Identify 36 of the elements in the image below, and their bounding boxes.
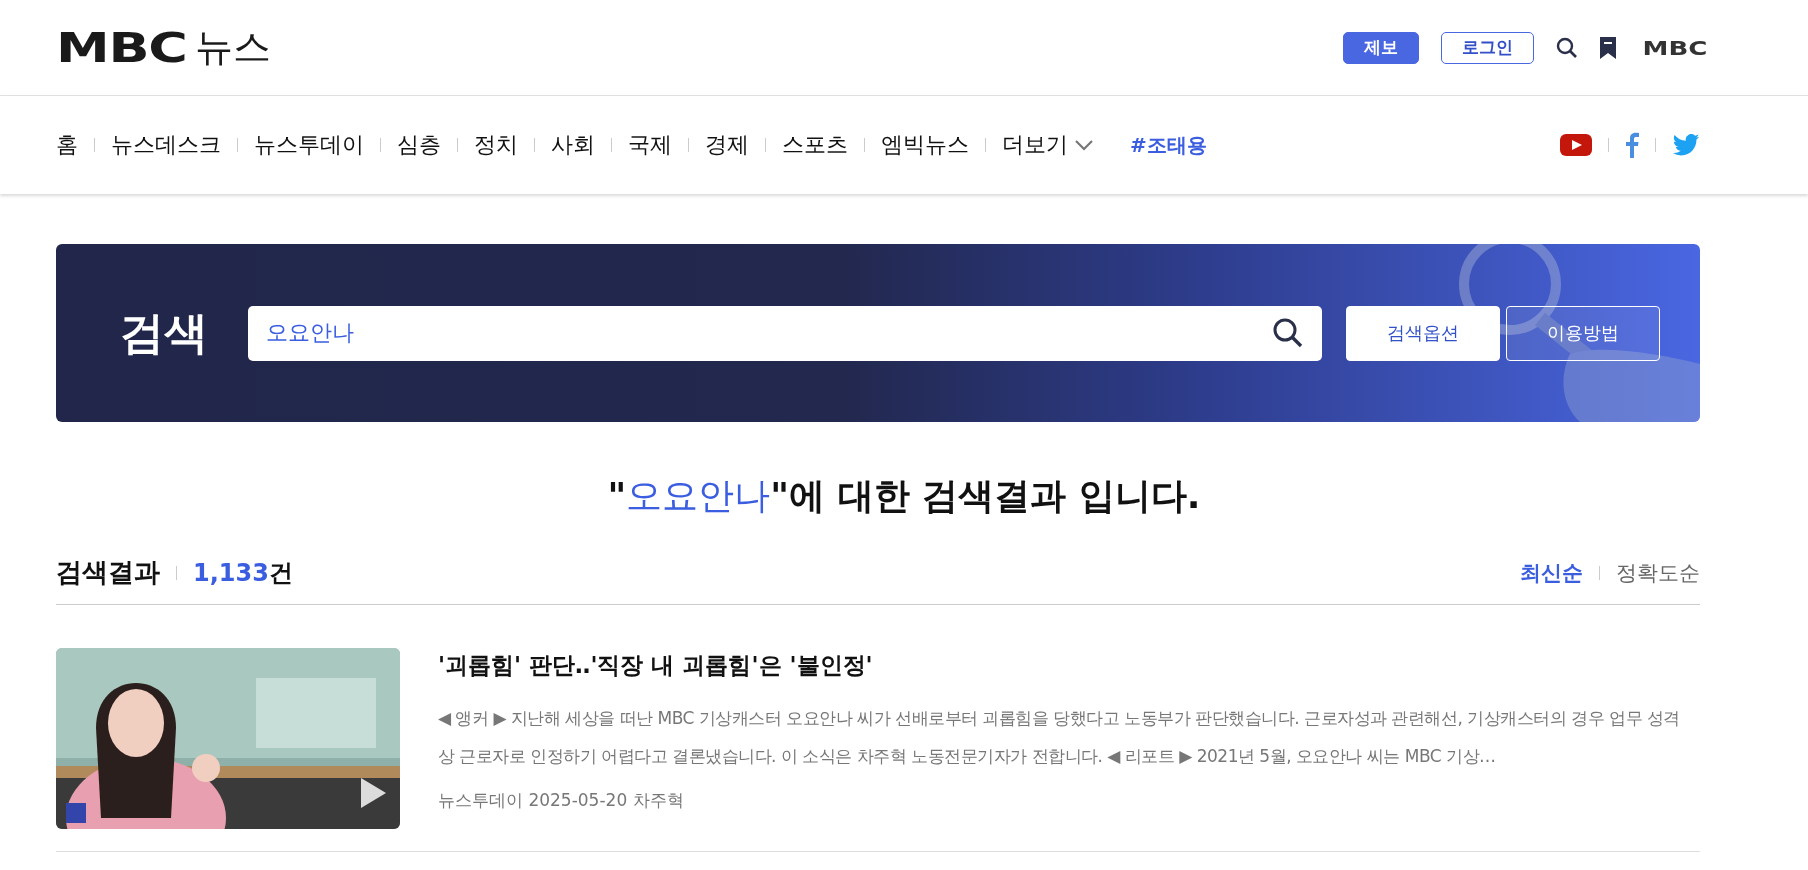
nav-item[interactable]: 더보기 bbox=[1002, 130, 1094, 160]
youtube-icon[interactable] bbox=[1560, 134, 1592, 156]
logo-mark[interactable]: MBC bbox=[56, 24, 187, 71]
search-field[interactable]: 오요안나 bbox=[248, 305, 1322, 361]
login-button[interactable]: 로그인 bbox=[1441, 31, 1535, 64]
result-count: 1,133건 bbox=[193, 557, 293, 589]
nav-item[interactable]: 경제 bbox=[705, 130, 749, 160]
bookmark-icon[interactable] bbox=[1600, 36, 1617, 59]
nav-item[interactable]: 스포츠 bbox=[782, 130, 848, 160]
sort-option[interactable]: 정확도순 bbox=[1616, 558, 1700, 587]
search-icon[interactable] bbox=[1556, 36, 1579, 59]
nav-item[interactable]: 국제 bbox=[628, 130, 672, 160]
nav-item[interactable]: 엠빅뉴스 bbox=[881, 130, 969, 160]
nav-item[interactable]: 사회 bbox=[551, 130, 595, 160]
brand-link[interactable]: MBC bbox=[1642, 35, 1708, 60]
article-summary: ◀ 앵커 ▶ 지난해 세상을 떠난 MBC 기상캐스터 오요안나 씨가 선배로부터 괴롭힘을 당했다고 노동부가 판단했습니다. 근로자성과 관련해선, 기상캐스터의 경우 업무 성격 상 근로자로 인정하기 어렵다고 결론냈습니다. 이 소식은 차주혁 노동전문기자가 전합니다. ◀ 리포트 ▶ 2021년 5월, 오요안나 씨는 MBC 기상… bbox=[438, 707, 1681, 768]
report-button[interactable]: 제보 bbox=[1343, 31, 1420, 64]
chevron-down-icon bbox=[1074, 139, 1094, 151]
nav-item[interactable]: 뉴스데스크 bbox=[111, 130, 221, 160]
logo-text[interactable]: 뉴스 bbox=[194, 22, 271, 73]
results-label: 검색결과 bbox=[56, 556, 160, 589]
trending-hashtag[interactable]: #조태용 bbox=[1130, 131, 1207, 159]
article-title[interactable]: '괴롭힘' 판단‥'직장 내 괴롭힘'은 '불인정' bbox=[438, 650, 1700, 681]
sort-option[interactable]: 최신순 bbox=[1520, 558, 1583, 587]
facebook-icon[interactable] bbox=[1625, 132, 1639, 158]
search-title: 검색 bbox=[120, 305, 208, 360]
bird-icon[interactable] bbox=[1672, 134, 1700, 156]
nav-item[interactable]: 뉴스투데이 bbox=[254, 130, 364, 160]
search-options-button[interactable]: 검색옵션 bbox=[1346, 305, 1500, 361]
article-meta: 뉴스투데이 2025-05-20 차주혁 bbox=[438, 789, 685, 812]
usage-guide-button[interactable]: 이용방법 bbox=[1506, 305, 1660, 361]
nav-item[interactable]: 홈 bbox=[56, 130, 78, 160]
nav-item[interactable]: 심층 bbox=[397, 130, 441, 160]
nav-item[interactable]: 정치 bbox=[474, 130, 518, 160]
search-icon[interactable] bbox=[1272, 316, 1304, 349]
result-heading: "오요안나"에 대한 검색결과 입니다. bbox=[606, 474, 1202, 518]
